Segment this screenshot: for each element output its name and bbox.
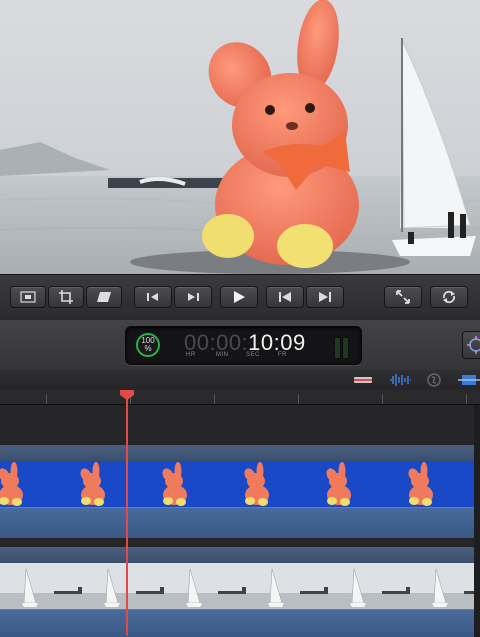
- distort-button[interactable]: [86, 286, 122, 308]
- unit-min: MIN: [216, 352, 229, 358]
- loop-icon: [442, 290, 456, 304]
- go-to-start-button[interactable]: [266, 286, 304, 308]
- playhead[interactable]: [126, 398, 128, 636]
- bunny-thumbnail: [140, 461, 222, 507]
- unit-fr: FR: [278, 352, 287, 358]
- sea-thumbnail: [0, 563, 44, 609]
- skip-back-icon: [279, 292, 291, 302]
- next-frame-button[interactable]: [174, 286, 212, 308]
- bunny-thumbnail: [0, 461, 58, 507]
- sea-thumbnail: [372, 563, 454, 609]
- audio-waveform-icon[interactable]: [388, 372, 412, 388]
- sea-thumbnail: [290, 563, 372, 609]
- bunny-clip-header[interactable]: [0, 445, 474, 462]
- audio-meter-right[interactable]: [342, 337, 349, 359]
- audio-meter-left[interactable]: [334, 337, 341, 359]
- ruler-tick: [298, 394, 299, 404]
- snapping-icon[interactable]: [458, 373, 480, 387]
- playhead-handle[interactable]: [120, 390, 134, 400]
- sea-clip-audio[interactable]: [0, 609, 474, 637]
- sea-thumbnail: [44, 563, 126, 609]
- prev-frame-button[interactable]: [134, 286, 172, 308]
- skip-forward-icon: [319, 292, 331, 302]
- play-button[interactable]: [220, 286, 258, 308]
- ruler-tick: [214, 394, 215, 404]
- distort-icon: [97, 292, 111, 302]
- sea-thumbnail: [208, 563, 290, 609]
- percent-sign: %: [144, 344, 152, 353]
- dashboard-bar: 100 % 00:00:10:09 HR MIN SEC FR: [0, 320, 480, 371]
- unit-sec: SEC: [246, 352, 260, 358]
- effects-button[interactable]: [462, 331, 480, 359]
- bunny-thumbnail: [222, 461, 304, 507]
- timeline-toolstrip: [0, 370, 480, 391]
- crop-button[interactable]: [48, 286, 84, 308]
- dashboard: 100 % 00:00:10:09 HR MIN SEC FR: [125, 326, 362, 365]
- bunny-thumbnail: [304, 461, 386, 507]
- play-icon: [234, 291, 245, 303]
- effects-icon: [467, 336, 480, 354]
- video-frame: [0, 0, 480, 274]
- sea-clip-header[interactable]: [0, 547, 474, 564]
- step-forward-icon: [188, 293, 199, 301]
- transform-icon: [20, 291, 36, 303]
- ruler-tick: [382, 394, 383, 404]
- ruler-tick: [466, 394, 467, 404]
- bunny-clip-audio[interactable]: [0, 507, 474, 538]
- loop-button[interactable]: [430, 286, 468, 308]
- timeline-scrollbar[interactable]: [474, 405, 480, 636]
- timeline-ruler[interactable]: [0, 390, 480, 405]
- go-to-end-button[interactable]: [306, 286, 344, 308]
- background-tasks-indicator[interactable]: 100 %: [136, 333, 160, 357]
- sea-thumbnail: [126, 563, 208, 609]
- ruler-tick: [46, 394, 47, 404]
- transport-bar: [0, 274, 480, 322]
- step-back-icon: [147, 293, 158, 301]
- unit-hr: HR: [186, 352, 196, 358]
- sea-thumbnail: [454, 563, 474, 609]
- fullscreen-icon: [396, 290, 410, 304]
- sea-clip-filmstrip[interactable]: [0, 563, 474, 609]
- fullscreen-button[interactable]: [384, 286, 422, 308]
- timecode-display[interactable]: 00:00:10:09: [184, 330, 306, 356]
- crop-icon: [59, 290, 73, 304]
- transform-button[interactable]: [10, 286, 46, 308]
- clip-appearance-icon[interactable]: [352, 374, 374, 386]
- bunny-thumbnail: [386, 461, 468, 507]
- timeline: [0, 405, 480, 637]
- bunny-clip-filmstrip[interactable]: [0, 461, 474, 507]
- viewer: [0, 0, 480, 274]
- solo-icon[interactable]: [424, 372, 444, 388]
